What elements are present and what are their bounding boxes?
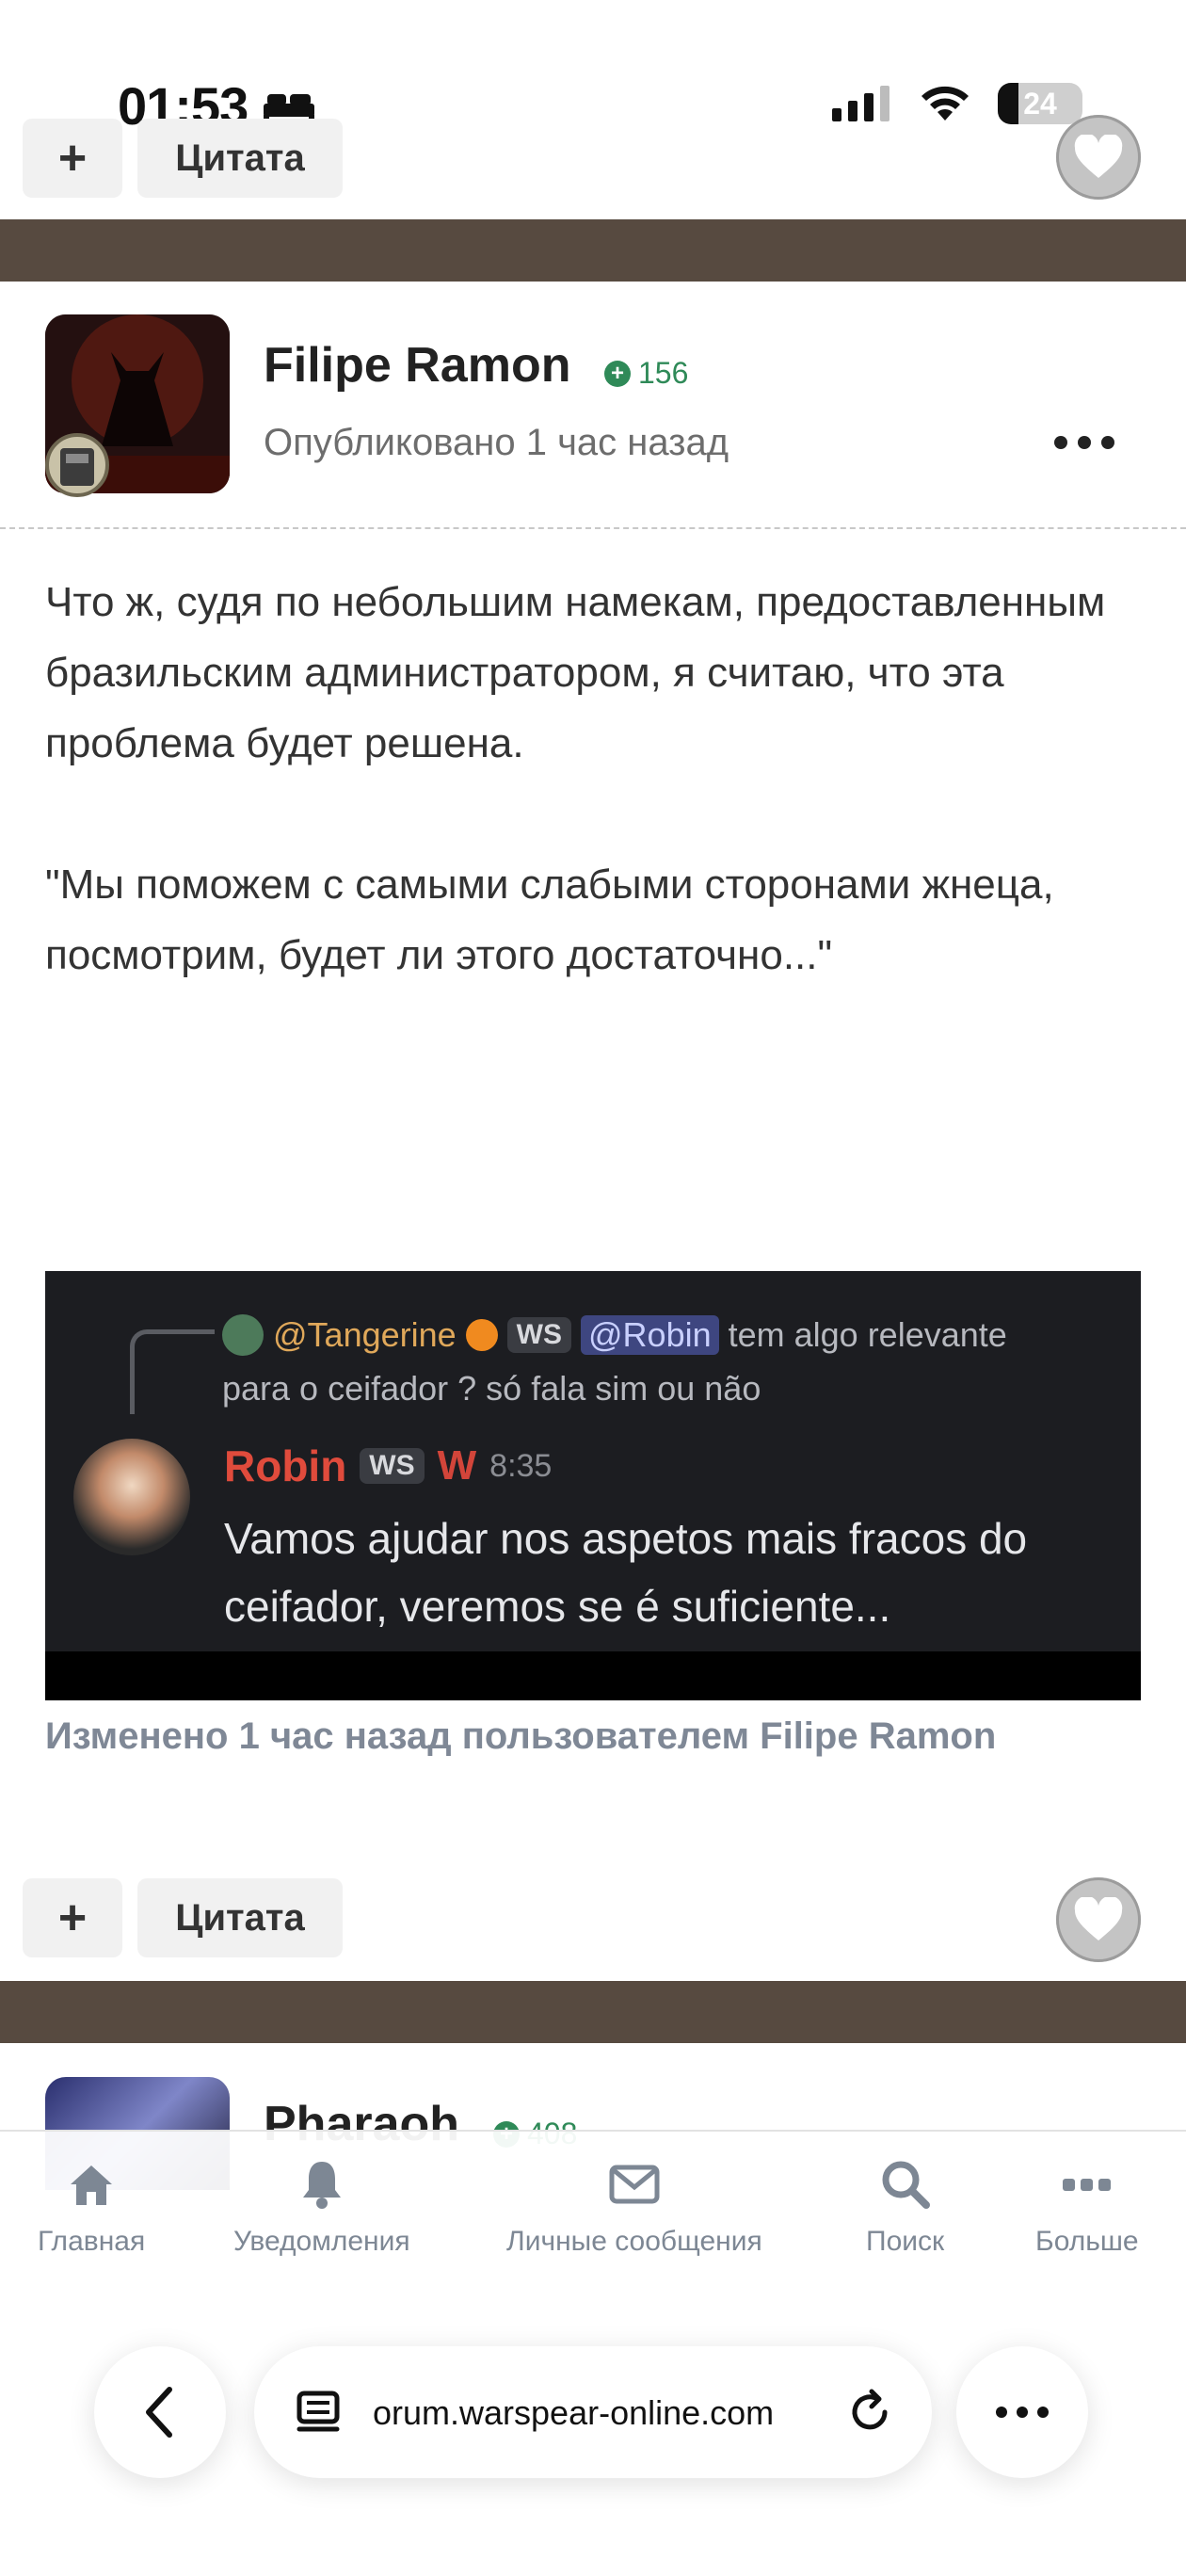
plus-circle-icon: + xyxy=(604,360,631,387)
reply-user: @Tangerine xyxy=(273,1315,457,1354)
ellipsis-icon xyxy=(996,2407,1049,2418)
browser-menu-button[interactable] xyxy=(956,2346,1088,2478)
edited-note: Изменено 1 час назад пользователем Filip… xyxy=(45,1715,997,1757)
like-button[interactable] xyxy=(1056,115,1141,200)
message-header: Robin WS W 8:35 xyxy=(224,1441,552,1491)
heart-icon xyxy=(1074,1897,1123,1940)
reply-text: tem algo relevante xyxy=(728,1315,1007,1354)
message-author-tag: WS xyxy=(360,1448,425,1484)
home-icon xyxy=(71,2165,113,2205)
wifi-icon xyxy=(922,86,969,121)
author-name[interactable]: Filipe Ramon xyxy=(264,337,570,394)
battery-level: 24 xyxy=(1023,86,1057,121)
search-icon xyxy=(882,2161,930,2209)
quote-button[interactable]: Цитата xyxy=(137,1878,343,1957)
tangerine-avatar xyxy=(222,1314,264,1356)
tab-label: Главная xyxy=(38,2226,146,2257)
tab-home[interactable]: Главная xyxy=(38,2156,145,2258)
tab-more[interactable]: Больше xyxy=(1035,2156,1139,2258)
bell-icon xyxy=(302,2162,341,2209)
like-button[interactable] xyxy=(1056,1877,1141,1962)
plus-reaction-button[interactable]: + xyxy=(23,119,122,198)
post-content: Что ж, судя по небольшим намекам, предос… xyxy=(45,567,1156,1061)
tab-label: Больше xyxy=(1035,2226,1139,2257)
reply-tag: WS xyxy=(506,1317,571,1353)
tab-notifications[interactable]: Уведомления xyxy=(233,2156,410,2258)
message-text: Vamos ajudar nos aspetos mais fracos do … xyxy=(224,1514,1028,1631)
post-paragraph: "Мы поможем с самыми слабыми сторонами ж… xyxy=(45,861,1054,978)
published-time: Опубликовано 1 час назад xyxy=(264,422,729,463)
quote-button[interactable]: Цитата xyxy=(137,119,343,198)
post-divider xyxy=(0,219,1186,282)
reputation-count: 156 xyxy=(638,356,689,390)
tab-search[interactable]: Поиск xyxy=(866,2156,944,2258)
url-text: orum.warspear-online.com xyxy=(373,2393,775,2432)
tab-label: Личные сообщения xyxy=(506,2226,762,2257)
reload-icon[interactable] xyxy=(843,2386,896,2439)
plus-reaction-button[interactable]: + xyxy=(23,1878,122,1957)
embedded-screenshot[interactable]: @Tangerine WS @Robin tem algo relevante … xyxy=(45,1271,1141,1700)
reply-text-continued: para o ceifador ? só fala sim ou não xyxy=(222,1369,761,1408)
battery-indicator: 24 xyxy=(998,83,1082,124)
browser-back-button[interactable] xyxy=(94,2346,226,2478)
robin-avatar xyxy=(73,1439,190,1555)
more-icon xyxy=(1062,2179,1111,2191)
header-separator xyxy=(0,527,1186,529)
chevron-left-icon xyxy=(146,2387,172,2438)
reputation-badge: + 156 xyxy=(604,356,688,391)
cellular-signal-icon xyxy=(832,86,890,121)
heart-icon xyxy=(1074,135,1123,178)
reply-preview: @Tangerine WS @Robin tem algo relevante xyxy=(222,1314,1007,1356)
tab-messages[interactable]: Личные сообщения xyxy=(506,2156,762,2258)
message-author: Robin xyxy=(224,1441,347,1490)
message-time: 8:35 xyxy=(489,1447,553,1484)
reply-connector xyxy=(130,1329,215,1414)
reply-mention: @Robin xyxy=(581,1315,719,1355)
status-icons: 24 xyxy=(832,83,1082,124)
post-paragraph: Что ж, судя по небольшим намекам, предос… xyxy=(45,579,1106,766)
message-author-badge: W xyxy=(437,1442,477,1489)
tab-label: Поиск xyxy=(866,2226,945,2257)
tab-label: Уведомления xyxy=(233,2226,410,2257)
reader-mode-icon[interactable] xyxy=(294,2388,343,2437)
post-divider xyxy=(0,1981,1186,2043)
orange-emoji-icon xyxy=(465,1319,498,1351)
mail-icon xyxy=(609,2165,660,2204)
post-options-button[interactable] xyxy=(1054,426,1114,459)
rank-badge-icon xyxy=(45,433,109,497)
